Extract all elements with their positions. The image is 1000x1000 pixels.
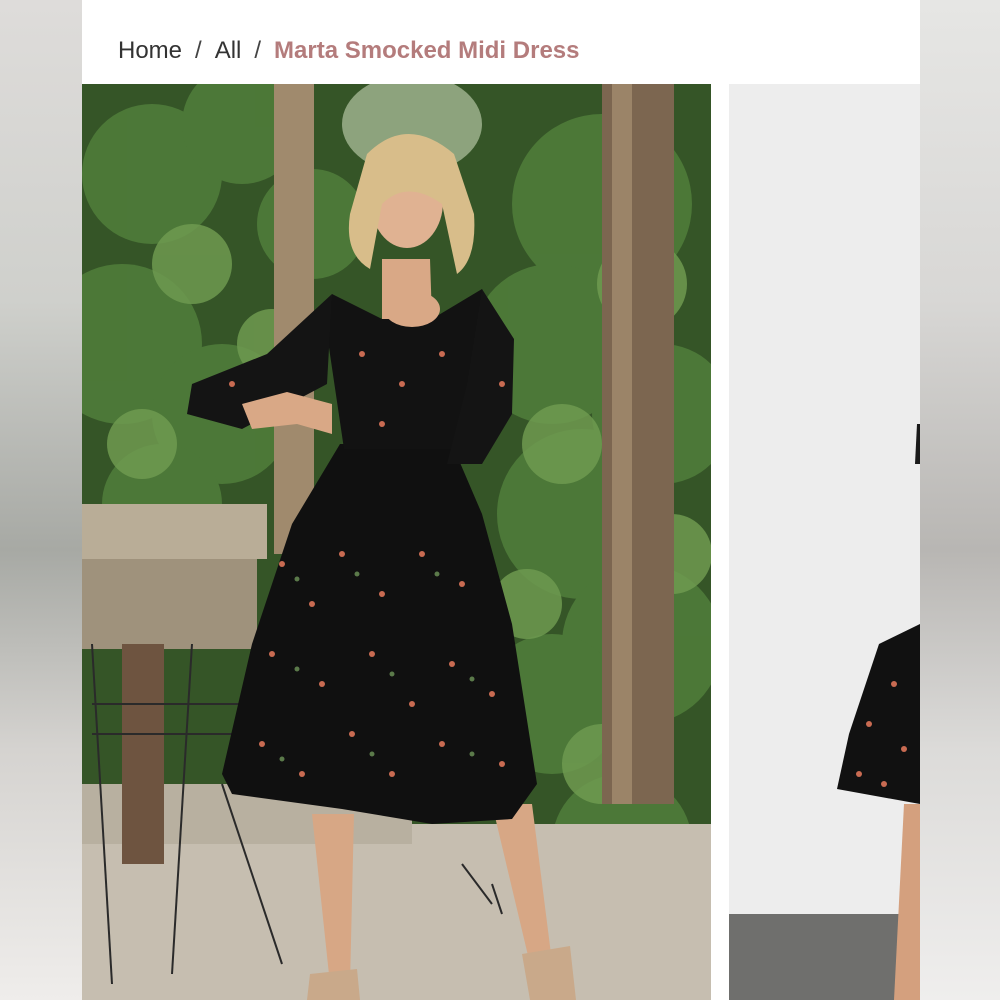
product-photo-secondary[interactable] [729, 84, 920, 1000]
garden-scene-illustration [82, 84, 711, 1000]
breadcrumb-separator: / [254, 37, 262, 64]
product-page: Home / All / Marta Smocked Midi Dress [82, 0, 920, 1000]
blurred-side-right [920, 0, 1000, 1000]
studio-scene-illustration [729, 84, 920, 1000]
product-photo-main[interactable] [82, 84, 711, 1000]
breadcrumb: Home / All / Marta Smocked Midi Dress [118, 33, 579, 69]
breadcrumb-current-page: Marta Smocked Midi Dress [274, 37, 580, 64]
breadcrumb-separator: / [195, 37, 202, 64]
breadcrumb-home-link[interactable]: Home [118, 37, 182, 65]
blurred-side-left [0, 0, 82, 1000]
breadcrumb-all-link[interactable]: All [215, 37, 242, 65]
product-image-gallery[interactable] [82, 84, 920, 1000]
